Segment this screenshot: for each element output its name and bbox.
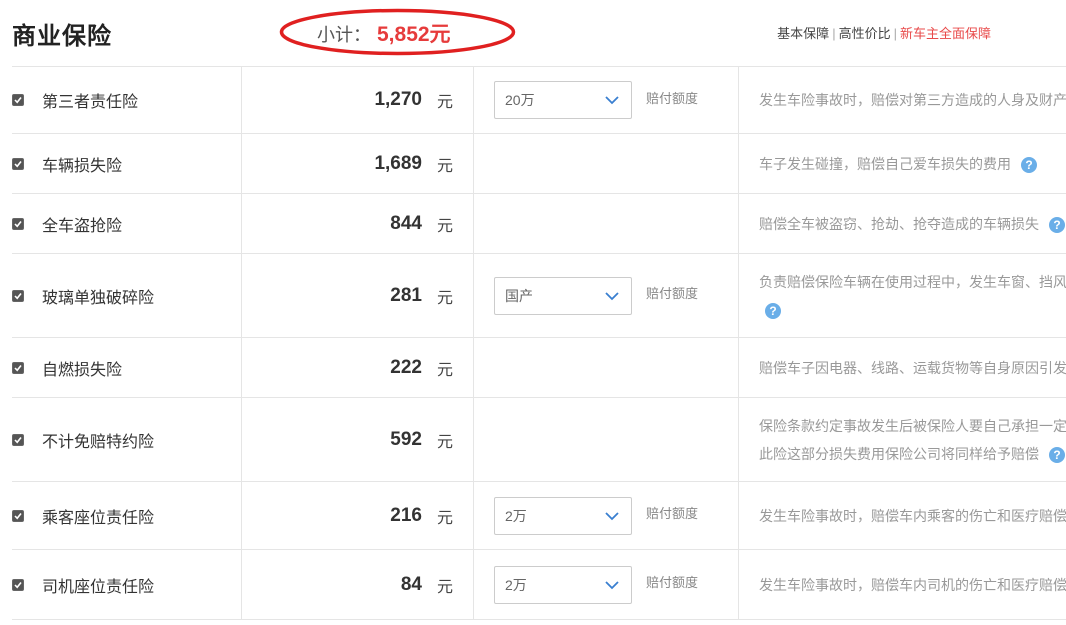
description: 负责赔偿保险车辆在使用过程中，发生车窗、挡风? bbox=[739, 268, 1066, 324]
help-icon[interactable]: ? bbox=[765, 302, 781, 319]
table-row: 全车盗抢险 844 元 赔偿全车被盗窃、抢劫、抢夺造成的车辆损失? bbox=[12, 193, 1066, 254]
row-checkbox[interactable] bbox=[12, 217, 24, 230]
chevron-down-icon bbox=[605, 96, 619, 105]
insurance-name: 玻璃单独破碎险 bbox=[42, 289, 155, 307]
description-line: 负责赔偿保险车辆在使用过程中，发生车窗、挡风 bbox=[759, 273, 1066, 290]
plan-basic[interactable]: 基本保障 bbox=[777, 26, 829, 41]
help-icon[interactable]: ? bbox=[1049, 446, 1065, 463]
check-icon bbox=[14, 364, 22, 372]
insurance-name: 车辆损失险 bbox=[42, 157, 123, 175]
insurance-name: 自燃损失险 bbox=[42, 361, 123, 379]
premium-unit: 元 bbox=[436, 361, 453, 379]
description: 发生车险事故时，赔偿车内乘客的伤亡和医疗赔偿 bbox=[739, 502, 1066, 530]
premium-unit: 元 bbox=[436, 509, 453, 527]
coverage-note: 赔付额度 bbox=[646, 506, 699, 521]
check-icon bbox=[14, 436, 22, 444]
chevron-down-icon bbox=[605, 511, 619, 520]
premium-amount: 592 bbox=[390, 428, 422, 450]
table-row: 第三者责任险 1,270 元 20万 赔付额度 发生车险事故时，赔偿对第三方造成… bbox=[12, 66, 1066, 134]
description-line: 发生车险事故时，赔偿对第三方造成的人身及财产 bbox=[759, 92, 1066, 108]
table-row: 不计免赔特约险 592 元 保险条款约定事故发生后被保险人要自己承担一定 此险这部… bbox=[12, 397, 1066, 482]
premium-amount: 1,689 bbox=[374, 152, 422, 174]
coverage-select[interactable]: 20万 bbox=[494, 81, 632, 119]
coverage-select-value: 2万 bbox=[505, 576, 527, 593]
premium-amount: 844 bbox=[390, 212, 422, 234]
coverage-select-value: 20万 bbox=[505, 92, 535, 108]
insurance-name: 乘客座位责任险 bbox=[42, 509, 155, 527]
row-checkbox[interactable] bbox=[12, 94, 24, 106]
insurance-table: 第三者责任险 1,270 元 20万 赔付额度 发生车险事故时，赔偿对第三方造成… bbox=[12, 66, 1066, 620]
coverage-select[interactable]: 国产 bbox=[494, 276, 632, 315]
premium-unit: 元 bbox=[436, 217, 453, 235]
row-checkbox[interactable] bbox=[12, 578, 24, 591]
insurance-name: 司机座位责任险 bbox=[42, 578, 155, 596]
row-checkbox[interactable] bbox=[12, 509, 24, 522]
plan-tabs: 基本保障 | 高性价比 | 新车主全面保障 bbox=[777, 26, 991, 41]
page-title: 商业保险 bbox=[12, 23, 112, 50]
description-line: 赔偿车子因电器、线路、运载货物等自身原因引发 bbox=[759, 359, 1066, 376]
description-line: 发生车险事故时，赔偿车内乘客的伤亡和医疗赔偿 bbox=[759, 507, 1066, 524]
coverage-select-value: 2万 bbox=[505, 507, 527, 524]
row-checkbox[interactable] bbox=[12, 433, 24, 446]
description: 赔偿车子因电器、线路、运载货物等自身原因引发 bbox=[739, 354, 1066, 382]
table-row: 自燃损失险 222 元 赔偿车子因电器、线路、运载货物等自身原因引发 bbox=[12, 337, 1066, 398]
description: 发生车险事故时，赔偿车内司机的伤亡和医疗赔偿 bbox=[739, 571, 1066, 599]
table-row: 司机座位责任险 84 元 2万 赔付额度 发生车险事故时，赔偿车内司机的伤亡和医… bbox=[12, 549, 1066, 620]
check-icon bbox=[14, 512, 22, 520]
subtotal-label: 小计： bbox=[317, 25, 371, 45]
row-checkbox[interactable] bbox=[12, 361, 24, 374]
description-line: 此险这部分损失费用保险公司将同样给予赔偿 bbox=[759, 445, 1039, 462]
subtotal-amount: 5,852元 bbox=[377, 23, 451, 46]
description-line: 发生车险事故时，赔偿车内司机的伤亡和医疗赔偿 bbox=[759, 576, 1066, 593]
coverage-select[interactable]: 2万 bbox=[494, 565, 632, 604]
premium-unit: 元 bbox=[436, 433, 453, 451]
header: 商业保险 小计： 5,852元 基本保障 | 高性价比 | 新车主全面保障 bbox=[0, 0, 1066, 66]
premium-amount: 84 bbox=[400, 573, 422, 595]
insurance-name: 不计免赔特约险 bbox=[42, 433, 155, 451]
premium-amount: 222 bbox=[390, 356, 422, 378]
help-icon[interactable]: ? bbox=[1021, 156, 1037, 173]
check-icon bbox=[14, 581, 22, 589]
description: 发生车险事故时，赔偿对第三方造成的人身及财产 bbox=[739, 86, 1066, 114]
premium-unit: 元 bbox=[436, 289, 453, 307]
coverage-select-value: 国产 bbox=[505, 287, 533, 304]
description-line: 车子发生碰撞，赔偿自己爱车损失的费用 bbox=[759, 155, 1011, 172]
help-icon[interactable]: ? bbox=[1049, 216, 1065, 233]
row-checkbox[interactable] bbox=[12, 289, 24, 302]
chevron-down-icon bbox=[605, 291, 619, 300]
insurance-name: 第三者责任险 bbox=[42, 94, 139, 111]
plan-new-owner[interactable]: 新车主全面保障 bbox=[900, 26, 991, 41]
table-row: 车辆损失险 1,689 元 车子发生碰撞，赔偿自己爱车损失的费用? bbox=[12, 133, 1066, 194]
premium-unit: 元 bbox=[436, 94, 453, 111]
check-icon bbox=[14, 220, 22, 228]
check-icon bbox=[14, 292, 22, 300]
insurance-name: 全车盗抢险 bbox=[42, 217, 123, 235]
premium-amount: 216 bbox=[390, 504, 422, 526]
description: 保险条款约定事故发生后被保险人要自己承担一定 此险这部分损失费用保险公司将同样给予… bbox=[739, 412, 1066, 468]
premium-amount: 281 bbox=[390, 284, 422, 306]
check-icon bbox=[14, 97, 22, 104]
premium-unit: 元 bbox=[436, 578, 453, 596]
row-checkbox[interactable] bbox=[12, 157, 24, 170]
description: 赔偿全车被盗窃、抢劫、抢夺造成的车辆损失? bbox=[739, 210, 1066, 238]
subtotal: 小计： 5,852元 bbox=[279, 8, 516, 56]
premium-amount: 1,270 bbox=[374, 89, 422, 110]
description-line: 保险条款约定事故发生后被保险人要自己承担一定 bbox=[759, 417, 1066, 434]
premium-unit: 元 bbox=[436, 157, 453, 175]
chevron-down-icon bbox=[605, 580, 619, 589]
plan-value[interactable]: 高性价比 bbox=[839, 26, 891, 41]
description-line: 赔偿全车被盗窃、抢劫、抢夺造成的车辆损失 bbox=[759, 215, 1039, 232]
coverage-note: 赔付额度 bbox=[646, 90, 699, 106]
check-icon bbox=[14, 160, 22, 168]
table-row: 乘客座位责任险 216 元 2万 赔付额度 发生车险事故时，赔偿车内乘客的伤亡和… bbox=[12, 481, 1066, 550]
description: 车子发生碰撞，赔偿自己爱车损失的费用? bbox=[739, 150, 1066, 178]
table-row: 玻璃单独破碎险 281 元 国产 赔付额度 负责赔偿保险车辆在使用过程中，发生车… bbox=[12, 253, 1066, 338]
coverage-note: 赔付额度 bbox=[646, 286, 699, 301]
coverage-note: 赔付额度 bbox=[646, 575, 699, 590]
coverage-select[interactable]: 2万 bbox=[494, 496, 632, 535]
